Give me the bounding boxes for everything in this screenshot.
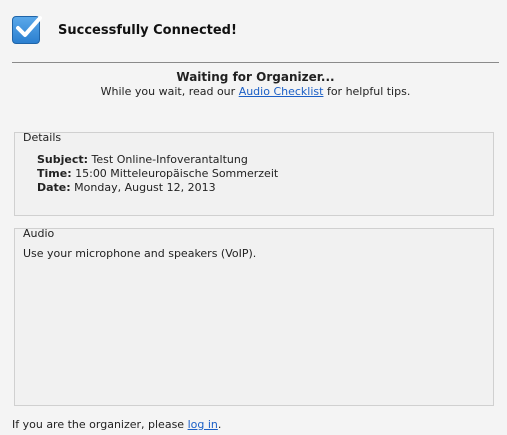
subject-row: Subject: Test Online-Infoverantaltung	[37, 153, 278, 167]
log-in-link[interactable]: log in	[188, 418, 218, 431]
subject-value: Test Online-Infoverantaltung	[91, 153, 248, 166]
waiting-message: While you wait, read our Audio Checklist…	[12, 85, 499, 98]
status-header: Successfully Connected!	[8, 12, 237, 48]
date-label: Date:	[37, 181, 71, 194]
subject-label: Subject:	[37, 153, 89, 166]
audio-checklist-link[interactable]: Audio Checklist	[239, 85, 324, 98]
checkmark-icon	[12, 16, 42, 44]
waiting-prefix: While you wait, read our	[100, 85, 239, 98]
audio-label: Audio	[23, 227, 55, 240]
audio-group: Audio Use your microphone and speakers (…	[14, 227, 494, 406]
divider	[12, 62, 499, 63]
details-content: Subject: Test Online-Infoverantaltung Ti…	[37, 153, 278, 195]
date-value: Monday, August 12, 2013	[74, 181, 216, 194]
status-title: Successfully Connected!	[58, 22, 237, 38]
footer-suffix: .	[217, 418, 222, 431]
waiting-suffix: for helpful tips.	[323, 85, 411, 98]
time-row: Time: 15:00 Mitteleuropäische Sommerzeit	[37, 167, 278, 181]
details-group: Details Subject: Test Online-Infoveranta…	[14, 131, 494, 216]
time-value: 15:00 Mitteleuropäische Sommerzeit	[75, 167, 279, 180]
date-row: Date: Monday, August 12, 2013	[37, 181, 278, 195]
footer-prefix: If you are the organizer, please	[12, 418, 188, 431]
connection-window: Successfully Connected! Waiting for Orga…	[0, 0, 507, 435]
details-label: Details	[23, 131, 62, 144]
waiting-section: Waiting for Organizer... While you wait,…	[12, 70, 499, 98]
audio-mode-text: Use your microphone and speakers (VoIP).	[23, 247, 257, 260]
waiting-title: Waiting for Organizer...	[176, 70, 335, 84]
time-label: Time:	[37, 167, 72, 180]
organizer-footer: If you are the organizer, please log in.	[12, 418, 221, 431]
